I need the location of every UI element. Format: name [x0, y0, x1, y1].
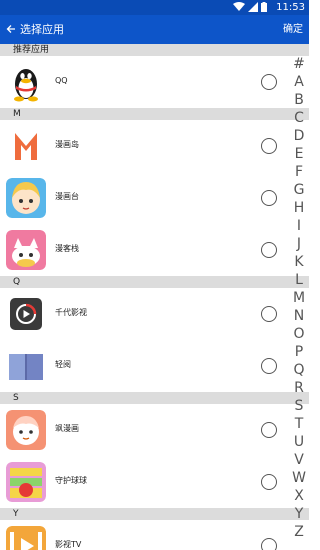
index-letter[interactable]: Z: [290, 523, 308, 541]
select-radio[interactable]: [261, 422, 277, 438]
wifi-icon: [233, 2, 245, 11]
index-letter[interactable]: L: [290, 271, 308, 289]
index-letter[interactable]: U: [290, 433, 308, 451]
list-item[interactable]: 漫画台: [0, 172, 309, 224]
shouhu-qiuqiu-icon: [6, 462, 46, 502]
confirm-button[interactable]: 确定: [283, 23, 303, 36]
select-radio[interactable]: [261, 190, 277, 206]
index-letter[interactable]: C: [290, 109, 308, 127]
select-radio[interactable]: [261, 306, 277, 322]
app-name: QQ: [55, 76, 68, 85]
list-item[interactable]: 漫画岛: [0, 120, 309, 172]
index-letter[interactable]: V: [290, 451, 308, 469]
list-item[interactable]: 影视TV: [0, 520, 309, 550]
index-letter[interactable]: E: [290, 145, 308, 163]
select-radio[interactable]: [261, 358, 277, 374]
select-radio[interactable]: [261, 474, 277, 490]
list-item[interactable]: 千代影视: [0, 288, 309, 340]
index-letter[interactable]: D: [290, 127, 308, 145]
index-letter[interactable]: M: [290, 289, 308, 307]
index-letter[interactable]: #: [290, 55, 308, 73]
list-item[interactable]: 守护球球: [0, 456, 309, 508]
qingyue-book-icon: [6, 346, 46, 386]
manhuadao-icon: [6, 126, 46, 166]
app-name: 轻阅: [55, 360, 71, 369]
status-bar: 11:53: [0, 0, 309, 15]
arrow-left-icon: [6, 25, 15, 33]
index-letter[interactable]: T: [290, 415, 308, 433]
list-item[interactable]: 飒漫画: [0, 404, 309, 456]
page-title: 选择应用: [20, 23, 64, 36]
select-radio[interactable]: [261, 538, 277, 550]
index-letter[interactable]: R: [290, 379, 308, 397]
index-letter[interactable]: Y: [290, 505, 308, 523]
section-header-m: M: [0, 108, 309, 120]
list-item[interactable]: 轻阅: [0, 340, 309, 392]
index-letter[interactable]: N: [290, 307, 308, 325]
app-name: 千代影视: [55, 308, 87, 317]
select-radio[interactable]: [261, 74, 277, 90]
status-time: 11:53: [276, 2, 305, 13]
status-icons: [233, 2, 267, 12]
index-letter[interactable]: J: [290, 235, 308, 253]
alphabet-index-bar[interactable]: # A B C D E F G H I J K L M N O P Q R S …: [290, 55, 308, 541]
index-letter[interactable]: A: [290, 73, 308, 91]
select-radio[interactable]: [261, 242, 277, 258]
index-letter[interactable]: S: [290, 397, 308, 415]
manhuatai-icon: [6, 178, 46, 218]
yingshi-tv-icon: [6, 526, 46, 550]
back-button[interactable]: [5, 21, 17, 37]
select-radio[interactable]: [261, 138, 277, 154]
index-letter[interactable]: O: [290, 325, 308, 343]
index-letter[interactable]: G: [290, 181, 308, 199]
index-letter[interactable]: B: [290, 91, 308, 109]
app-bar: 选择应用 确定: [0, 15, 309, 44]
index-letter[interactable]: P: [290, 343, 308, 361]
section-header-s: S: [0, 392, 309, 404]
index-letter[interactable]: K: [290, 253, 308, 271]
index-letter[interactable]: Q: [290, 361, 308, 379]
section-header-y: Y: [0, 508, 309, 520]
app-name: 守护球球: [55, 476, 87, 485]
list-item[interactable]: 漫客栈: [0, 224, 309, 276]
battery-icon: [261, 2, 267, 12]
app-name: 漫画台: [55, 192, 79, 201]
list-item[interactable]: QQ: [0, 56, 309, 108]
index-letter[interactable]: F: [290, 163, 308, 181]
signal-icon: [248, 2, 258, 12]
app-name: 影视TV: [55, 540, 82, 549]
qq-penguin-icon: [6, 62, 46, 102]
section-header-q: Q: [0, 276, 309, 288]
index-letter[interactable]: X: [290, 487, 308, 505]
mankezhan-icon: [6, 230, 46, 270]
app-list: 推荐应用 QQ M 漫画岛 漫画台 漫客栈 Q 千代影视 轻阅 S 飒漫画 守护…: [0, 44, 309, 550]
index-letter[interactable]: I: [290, 217, 308, 235]
app-name: 飒漫画: [55, 424, 79, 433]
samanhua-icon: [6, 410, 46, 450]
index-letter[interactable]: W: [290, 469, 308, 487]
section-header-recommended: 推荐应用: [0, 44, 309, 56]
qiandai-play-icon: [6, 294, 46, 334]
app-name: 漫客栈: [55, 244, 79, 253]
index-letter[interactable]: H: [290, 199, 308, 217]
app-name: 漫画岛: [55, 140, 79, 149]
